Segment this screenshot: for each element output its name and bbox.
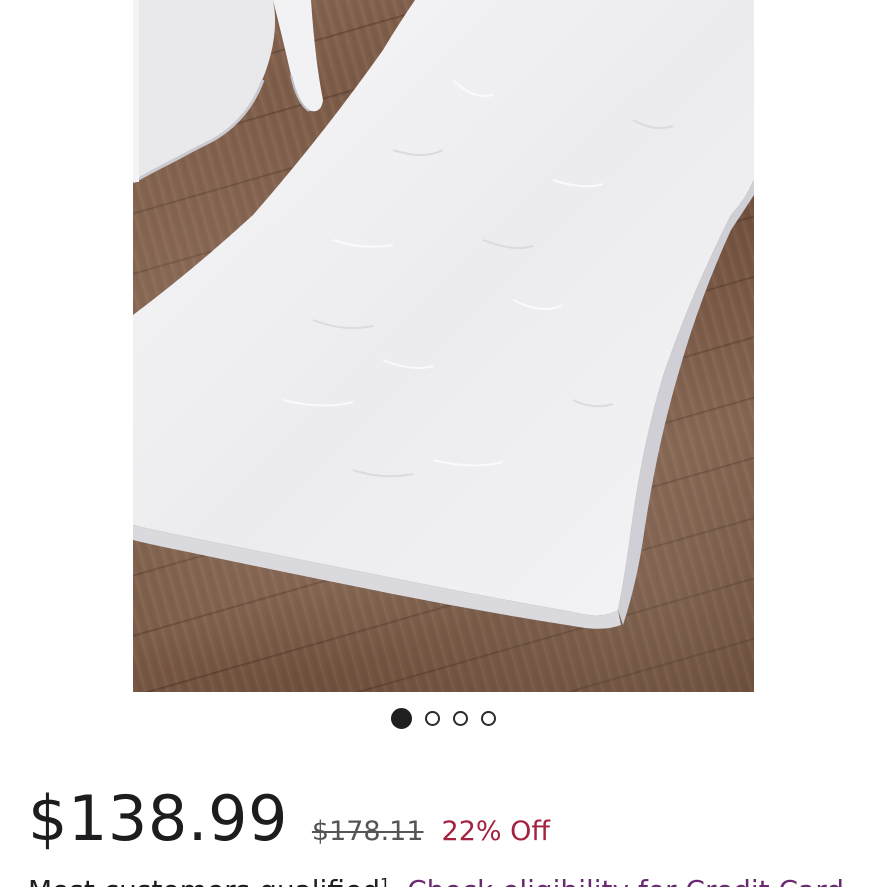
current-price: $138.99 <box>28 782 288 855</box>
product-page: $138.99 $178.11 22% Off Most customers q… <box>0 0 887 887</box>
rug-image <box>133 0 754 629</box>
financing-footnote: 1 <box>379 874 391 887</box>
carousel-dot-2[interactable] <box>425 710 440 726</box>
image-carousel-dots <box>0 707 887 729</box>
product-image[interactable] <box>133 0 754 692</box>
carousel-dot-4[interactable] <box>481 710 496 726</box>
financing-row: Most customers qualified1 Check eligibil… <box>28 874 844 887</box>
check-eligibility-link[interactable]: Check eligibility for Credit Card <box>407 874 844 887</box>
carousel-dot-3[interactable] <box>453 710 468 726</box>
discount-badge: 22% Off <box>441 816 550 847</box>
original-price: $178.11 <box>311 816 424 847</box>
financing-text: Most customers qualified <box>28 874 380 887</box>
price-row: $138.99 $178.11 22% Off <box>28 782 550 855</box>
carousel-dot-1[interactable] <box>391 707 412 729</box>
